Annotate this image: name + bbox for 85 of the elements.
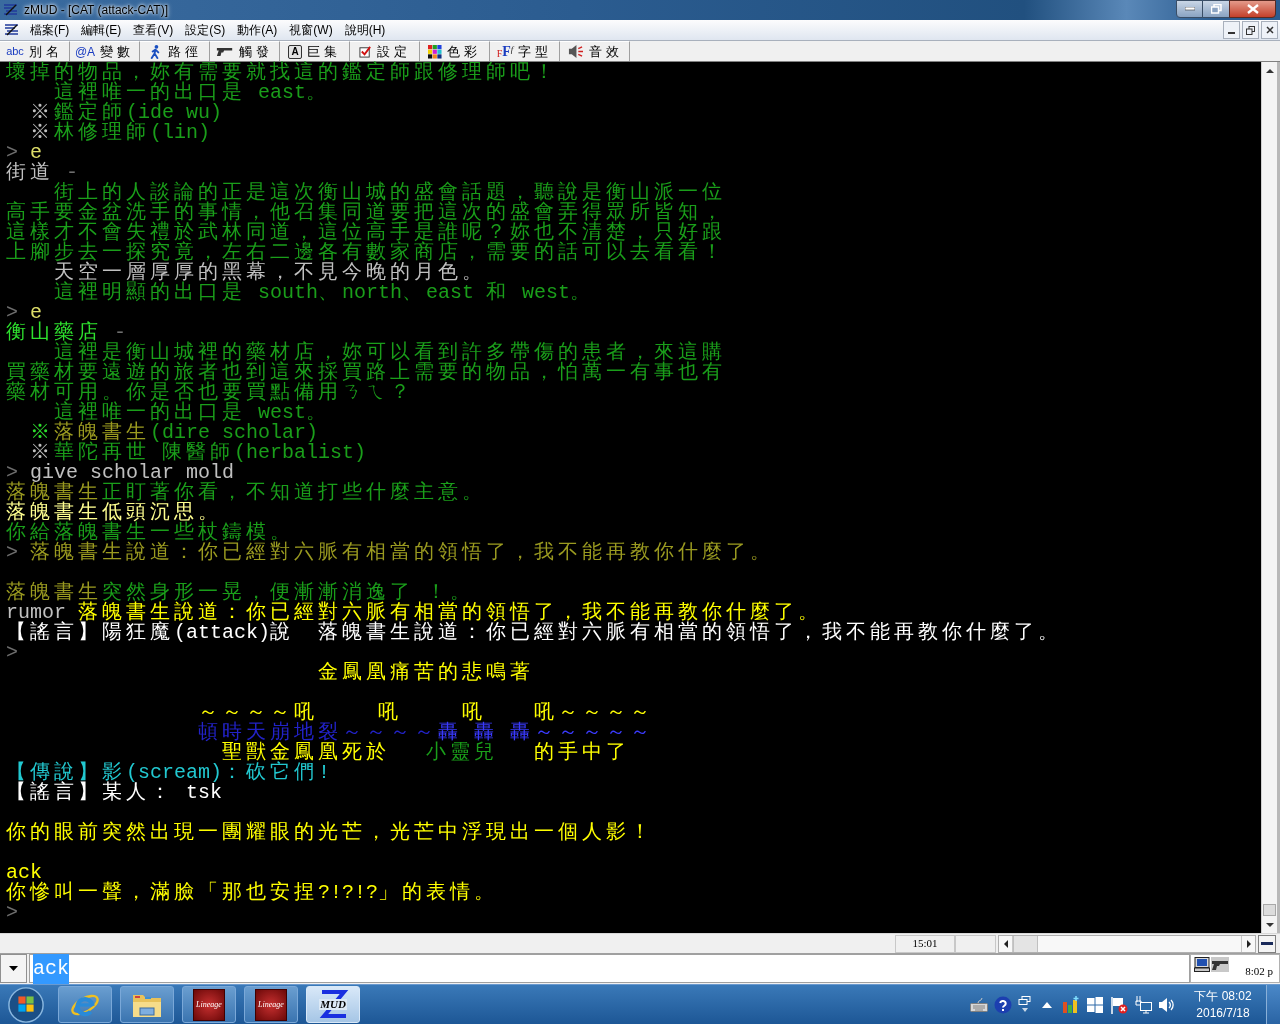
close-button[interactable] [1261, 21, 1278, 39]
taskbar-button[interactable] [58, 986, 112, 1023]
toolbar-button[interactable]: abc 別名 [0, 41, 70, 61]
menu-item[interactable]: 檔案(F) [24, 20, 76, 40]
dash-icon [1261, 942, 1273, 945]
scrollbar-thumb[interactable] [1013, 935, 1038, 952]
flag-error-icon [1110, 995, 1128, 1014]
toolbar-button[interactable]: 設定 [350, 41, 420, 61]
computer-icon [1194, 957, 1210, 972]
toolbar-button[interactable]: A 巨集 [280, 41, 350, 61]
terminal-line: > [6, 903, 18, 923]
app-icon [3, 3, 19, 17]
taskbar-button[interactable] [120, 986, 174, 1023]
color-grid-icon [428, 44, 442, 59]
colorful-bars-icon [1062, 995, 1080, 1014]
status-time: 15:01 [895, 934, 955, 953]
abc-icon: abc [6, 46, 24, 57]
terminal-line: 【謠言】某人： tsk [6, 783, 222, 803]
show-desktop-button[interactable] [1266, 985, 1280, 1024]
scrollbar-thumb[interactable] [1263, 904, 1276, 916]
minimize-icon [1184, 7, 1195, 11]
volume-icon [1158, 996, 1176, 1013]
terminal-line: > [6, 643, 18, 663]
right-arrow-icon [1246, 939, 1251, 948]
status-panel [955, 934, 996, 953]
menu-item[interactable]: 編輯(E) [75, 20, 128, 40]
up-arrow-icon [1265, 68, 1274, 73]
close-icon [1246, 4, 1259, 14]
terminal-line: 你的眼前突然出現一團耀眼的光芒，光芒中浮現出一個人影！ [6, 823, 654, 843]
toolbar-button[interactable]: 音效 [560, 41, 630, 61]
caret-up-icon [1042, 1001, 1052, 1008]
minimize-button[interactable] [1223, 21, 1240, 39]
game-logo-icon: Lineage [255, 988, 287, 1021]
terminal-line: 【謠言】陽狂魔(attack)說 落魄書生說道：你已經對六脈有相當的領悟了，我不能再教你什麼了。 [6, 623, 1063, 643]
window-grid-icon [1086, 995, 1104, 1014]
key-icon: A [288, 44, 302, 59]
terminal-line: ※華陀再世 陳醫師(herbalist) [30, 443, 367, 463]
toolbar-button[interactable]: 色彩 [420, 41, 490, 61]
minimize-icon [1228, 32, 1235, 34]
pistol-icon [216, 46, 234, 57]
restore-button[interactable] [1203, 0, 1229, 18]
down-arrow-icon [1265, 922, 1274, 927]
help-icon [994, 995, 1012, 1014]
menu-item[interactable]: 動作(A) [231, 20, 284, 40]
restore-button[interactable] [1242, 21, 1259, 39]
close-button[interactable] [1229, 0, 1276, 18]
minimize-button[interactable] [1176, 0, 1203, 18]
taskbar-button[interactable]: Lineage [244, 986, 298, 1023]
menu-item[interactable]: 查看(V) [127, 20, 180, 40]
taskbar-clock[interactable]: 下午 08:02 2016/7/18 [1190, 987, 1256, 1022]
terminal-line: 這裡明顯的出口是 south、north、east 和 west。 [54, 283, 595, 303]
window-switch-icon [1018, 995, 1032, 1014]
history-dropdown-button[interactable] [0, 954, 27, 983]
left-arrow-icon [1003, 939, 1008, 948]
session-clock: 8:02 p [1245, 964, 1273, 979]
toolbar-button[interactable]: 路徑 [140, 41, 210, 61]
taskbar-button[interactable]: MUD [306, 986, 360, 1023]
window-title: zMUD - [CAT (attack-CAT)] [24, 2, 168, 19]
app-icon [4, 23, 20, 37]
toolbar-button[interactable]: @A 變數 [70, 41, 140, 61]
start-button[interactable] [6, 984, 46, 1024]
close-icon [1265, 26, 1274, 34]
terminal-line: 金鳳凰痛苦的悲鳴著 [318, 663, 535, 683]
start-orb-icon [7, 985, 45, 1024]
restore-icon [1210, 4, 1222, 14]
menu-item[interactable]: 視窗(W) [283, 20, 339, 40]
menu-item[interactable]: 設定(S) [179, 20, 232, 40]
collapse-button[interactable] [1258, 934, 1276, 953]
at-sign-icon: @A [74, 45, 96, 58]
terminal-line: ※林修理師(lin) [30, 123, 211, 143]
pistol-icon [1211, 957, 1229, 972]
terminal-line: 街道 - [6, 163, 78, 183]
terminal-line: > e [6, 143, 43, 163]
menu-item[interactable]: 說明(H) [338, 20, 392, 40]
network-icon [1134, 995, 1152, 1014]
checkbox-icon [358, 45, 372, 58]
keyboard-icon [970, 997, 988, 1012]
game-logo-icon: Lineage [193, 988, 225, 1021]
terminal-line: 你慘叫一聲，滿臉「那也安捏?!?!?」的表情。 [6, 883, 498, 903]
taskbar-button[interactable]: Lineage [182, 986, 236, 1023]
speaker-icon [566, 44, 584, 59]
toolbar-button[interactable]: 觸發 [210, 41, 280, 61]
caret-down-icon [9, 966, 18, 971]
terminal-line: > 落魄書生說道：你已經對六脈有相當的領悟了，我不能再教你什麼了。 [6, 543, 775, 563]
restore-icon [1246, 25, 1255, 35]
